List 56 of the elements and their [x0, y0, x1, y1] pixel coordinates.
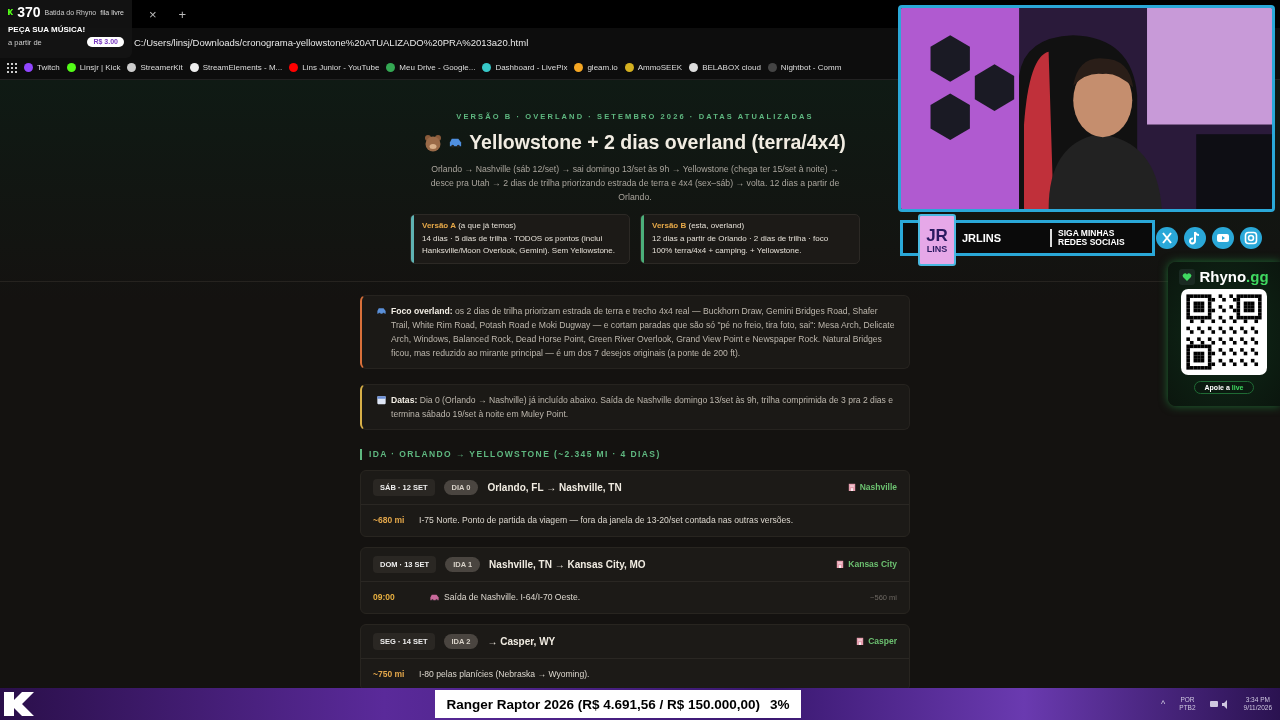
hotel-icon [836, 560, 845, 568]
calendar-icon [376, 394, 387, 405]
bookmark-link[interactable]: Linsjr | Kick [66, 63, 121, 72]
apps-grid-icon[interactable] [7, 62, 17, 73]
bookmark-link[interactable]: AmmoSEEK [624, 63, 683, 72]
new-tab-button[interactable]: + [175, 6, 190, 22]
bookmark-link[interactable]: StreamerKit [127, 63, 183, 72]
entry-text: Saída de Nashville. I-64/I-70 Oeste. [444, 592, 581, 602]
brand-name: Rhyno.gg [1199, 268, 1269, 285]
channel-logo: JR LINS [918, 214, 956, 266]
entry-text: I-80 pelas planícies (Nebraska → Wyoming). [419, 669, 590, 679]
callout-text: Datas: Dia 0 (Orlando → Nashville) já incluído abaixo. Saída de Nashville domingo 13/set às 9h, trilha comprimida de 3 pra 2 dias e termina sábado 19/set à noite em Muley Point. [391, 393, 895, 421]
bookmark-link[interactable]: Lins Junior - YouTube [289, 63, 380, 72]
bear-icon [424, 133, 443, 152]
system-tray-icon[interactable] [1209, 699, 1230, 709]
bookmark-link[interactable]: Dashboard - LivePix [482, 63, 568, 72]
time-label: 09:00 [373, 592, 396, 602]
bookmark-link[interactable]: Twitch [24, 63, 60, 72]
channel-name: JRLINS [962, 232, 1003, 244]
lodging-label: Nashville [859, 482, 897, 492]
bookmark-link[interactable]: gleam.io [574, 63, 618, 72]
lodging-label: Kansas City [848, 559, 897, 569]
camera-icon[interactable] [1240, 227, 1262, 249]
section-heading: IDA · ORLANDO → YELLOWSTONE (~2.345 MI · 4 DIAS) [360, 448, 910, 460]
bookmark-link[interactable]: StreamElements - M... [189, 63, 283, 72]
tab-close-button[interactable]: × [146, 6, 160, 22]
goal-percent: 3% [770, 696, 790, 712]
route-title: → Casper, WY [487, 635, 557, 647]
request-title: PEÇA SUA MÚSICA! [8, 25, 87, 34]
distance-label: ~680 mi [373, 515, 406, 525]
bookmark-link[interactable]: BELABOX cloud [689, 63, 761, 72]
version-summary: Versão B (esta, overland) 12 dias a partir de Orlando · 2 dias de trilha · foco 100% terra/4x4 + camping. + Yellowstone. [651, 220, 830, 257]
car-icon [448, 136, 464, 149]
play-icon[interactable] [1212, 227, 1234, 249]
entry-text: I-75 Norte. Ponto de partida da viagem — fora da janela de 13-20/set contada nas outras versões. [419, 515, 794, 525]
goal-text: Ranger Raptor 2026 (R$ 4.691,56 / R$ 150.000,00) [446, 696, 761, 712]
route-title: Nashville, TN → Kansas City, MO [489, 558, 647, 570]
hotel-icon [847, 483, 856, 491]
car-icon [376, 305, 387, 316]
lodging-label: Casper [868, 636, 897, 646]
hotel-icon [856, 637, 865, 645]
social-call-to-action: SIGA MINHAS REDES SOCIAIS [1050, 229, 1142, 247]
page-subtitle: Orlando → Nashville (sáb 12/set) → sai domingo 13/set às 9h → Yellowstone (chega ter 15/set à noite) → desce pra Utah → 2 dias de trilha priorizando estrada de terra e 4x4 (sex–sáb) → volta. 12 dias a partir de Orlando. [430, 163, 840, 204]
viewer-count: 370 [17, 4, 41, 20]
version-summary: Versão A (a que já temos) 14 dias · 5 dias de trilha · TODOS os pontos (inclui Hanksville/Moon Overlook, Gemini). Sem Yellowstone. [421, 220, 616, 257]
x-letter-icon[interactable] [1156, 227, 1178, 249]
address-bar[interactable]: C:/Users/linsj/Downloads/cronograma-yellowstone%20ATUALIZADO%20PRA%2013a20.html [134, 36, 529, 48]
music-note-icon[interactable] [1184, 227, 1206, 249]
bookmark-link[interactable]: Meu Drive - Google... [386, 63, 476, 72]
qr-code[interactable] [1181, 289, 1267, 375]
distance-label: ~750 mi [373, 669, 406, 679]
page-title: Yellowstone + 2 dias overland (terra/4x4) [469, 131, 846, 154]
tray-caret[interactable]: ^ [1161, 699, 1166, 709]
callout-text: Foco overland: os 2 dias de trilha priorizam estrada de terra e trecho 4x4 real — Buckhorn Draw, Gemini Bridges Road, Shafer Trail, White Rim Road, Potash Road e Moki Dugway — e cortam paradas que são só "pé no freio, tira foto, sai": Mesa Arch, Delicate Arch, Windows, Balanced Rock, Dead Horse Point, Green River Overlook, Grand View Point e Newspaper Rock. Natural Bridges ficou, mas reduzido ao mirante principal — é um dos 7 desejos originais (a ponte de 200 ft). [391, 304, 895, 360]
route-title: Orlando, FL → Nashville, TN [487, 481, 623, 493]
bookmark-link[interactable]: Nightbot - Comm [767, 63, 842, 72]
